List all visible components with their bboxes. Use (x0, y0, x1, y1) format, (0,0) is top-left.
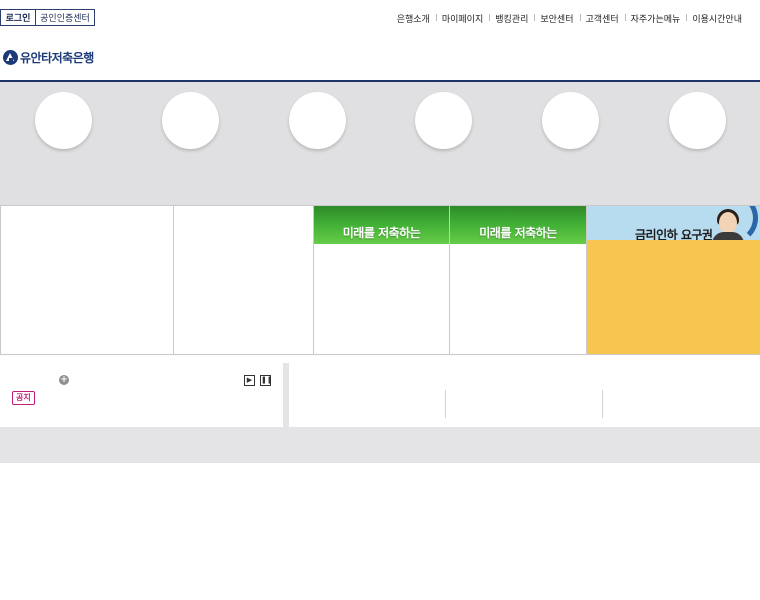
banner-row: 미래를 저축하는 미래를 저축하는 금리인하 요구권 (0, 205, 760, 355)
nav-item-security-center[interactable]: 보안센터 (534, 12, 579, 25)
next-icon[interactable]: ▶ (244, 375, 255, 386)
banner-green-header: 미래를 저축하는 (450, 206, 586, 244)
quick-menu-circle-5[interactable] (542, 92, 599, 149)
banner-future-saving-1[interactable]: 미래를 저축하는 (314, 206, 450, 354)
banner-title: 미래를 저축하는 (342, 226, 421, 240)
banner-green-header: 미래를 저축하는 (314, 206, 449, 244)
nav-item-service-hours[interactable]: 이용시간안내 (686, 12, 748, 25)
divider (445, 390, 446, 418)
info-row: + ▶ ❚❚ 공지 (0, 363, 760, 427)
quick-menu-band (0, 82, 760, 205)
banner-rate-header: 금리인하 요구권 (587, 206, 760, 240)
nav-item-banking-management[interactable]: 뱅킹관리 (489, 12, 534, 25)
quick-menu-circle-3[interactable] (289, 92, 346, 149)
brand-name: 유안타저축은행 (20, 50, 94, 65)
banner-rate-cut-request[interactable]: 금리인하 요구권 (587, 206, 760, 354)
nav-item-bank-intro[interactable]: 은행소개 (391, 12, 436, 25)
notice-badge: 공지 (12, 391, 35, 405)
quick-menu-circle-2[interactable] (162, 92, 219, 149)
notice-panel: + ▶ ❚❚ 공지 (0, 363, 283, 427)
banner-title: 미래를 저축하는 (479, 226, 557, 240)
banner-future-saving-2[interactable]: 미래를 저축하는 (450, 206, 587, 354)
quick-menu-circle-1[interactable] (35, 92, 92, 149)
divider (602, 390, 603, 418)
info-panel (289, 363, 760, 427)
nav-item-favorite-menu[interactable]: 자주가는메뉴 (624, 12, 687, 25)
model-photo-icon (704, 206, 758, 240)
banner-slot-2[interactable] (174, 206, 314, 354)
footer-band (0, 427, 760, 463)
quick-menu-circle-4[interactable] (415, 92, 472, 149)
banner-title: 금리인하 요구권 (635, 228, 713, 240)
bank-logo-icon (3, 49, 18, 65)
nav-item-my-page[interactable]: 마이페이지 (435, 12, 489, 25)
brand-logo[interactable]: 유안타저축은행 (3, 49, 94, 65)
plus-circle-icon[interactable]: + (59, 375, 69, 385)
quick-menu-circle-6[interactable] (669, 92, 726, 149)
nav-item-customer-center[interactable]: 고객센터 (579, 12, 625, 25)
auth-buttons: 로그인 공인인증센터 (0, 9, 95, 26)
pause-icon[interactable]: ❚❚ (260, 375, 273, 386)
top-nav: 은행소개 마이페이지 뱅킹관리 보안센터 고객센터 자주가는메뉴 이용시간안내 (391, 12, 748, 25)
cert-center-button[interactable]: 공인인증센터 (36, 9, 95, 26)
banner-slot-1[interactable] (0, 206, 174, 354)
login-button[interactable]: 로그인 (0, 9, 36, 26)
